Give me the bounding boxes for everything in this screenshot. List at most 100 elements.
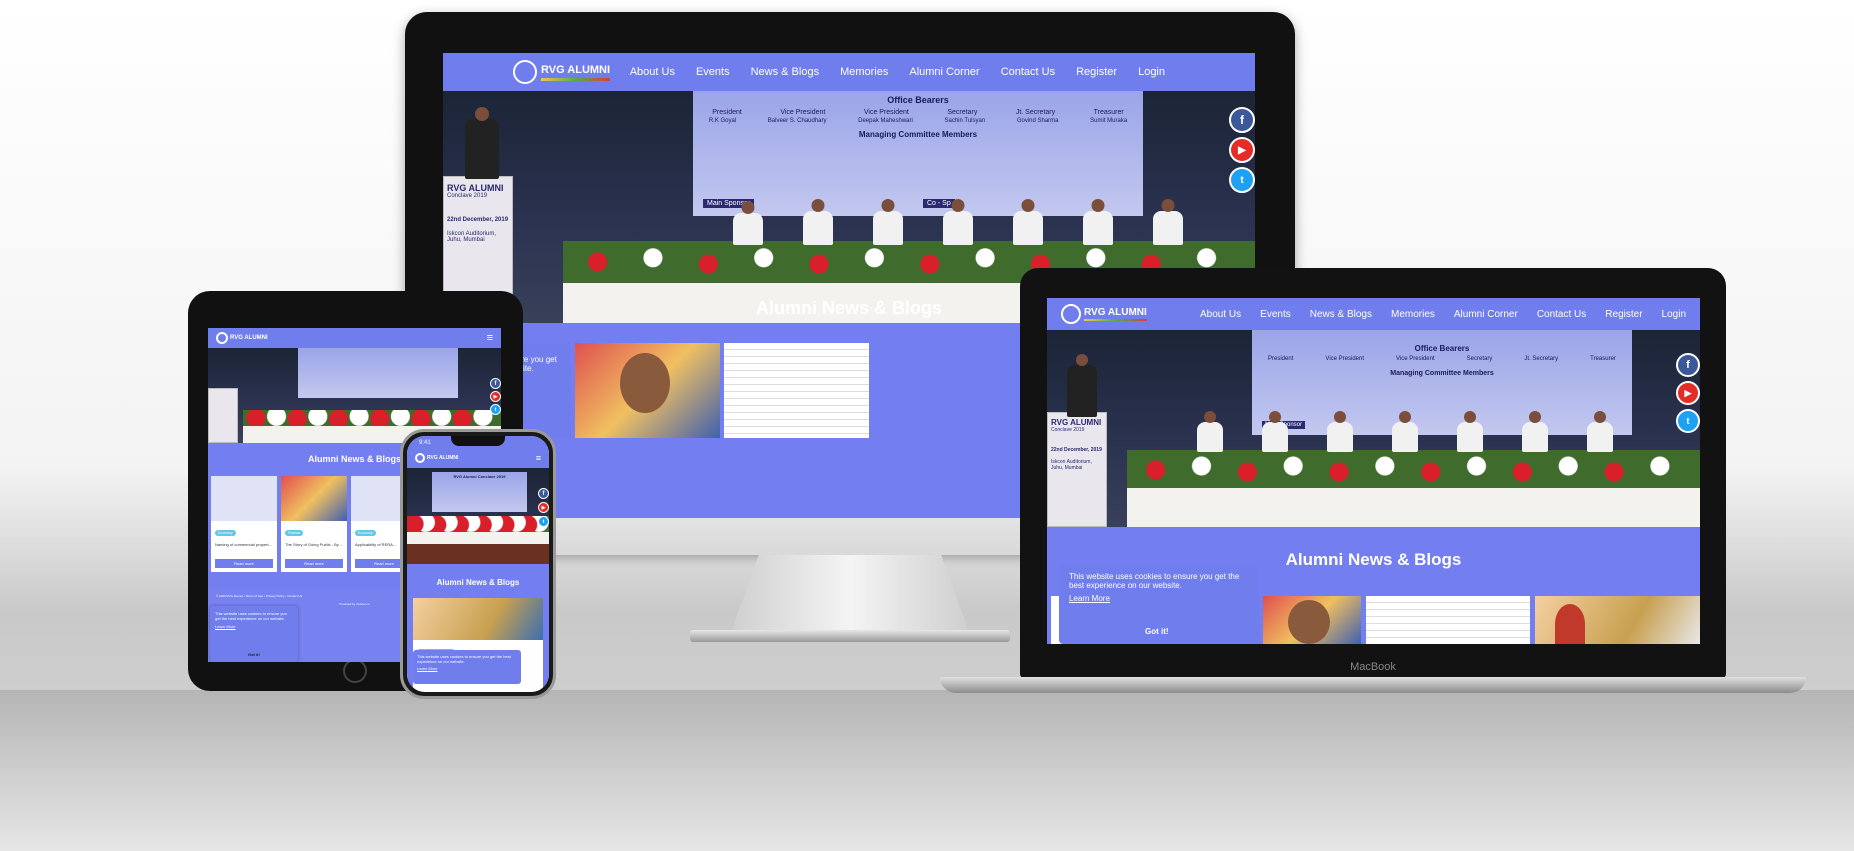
nav-bar: RVG ALUMNI About Us Events News & Blogs Memo… xyxy=(1047,298,1700,330)
twitter-icon[interactable]: t xyxy=(490,404,501,415)
nav-item[interactable]: Memories xyxy=(1391,309,1435,320)
twitter-icon[interactable]: t xyxy=(538,516,549,527)
facebook-icon[interactable]: f xyxy=(490,378,501,389)
stage-banner: Office Bearers President Vice President Vic… xyxy=(1252,330,1632,435)
banner-role: Jt. Secretary xyxy=(1524,356,1559,362)
blog-card-read-more[interactable]: Read more xyxy=(215,559,273,568)
phone-screen: 9:41 RVG ALUMNI ≡ RVG Alumni Conclave 2019 f… xyxy=(407,436,549,692)
stage-table xyxy=(407,532,549,544)
podium: RVG ALUMNI Conclave 2019 22nd December, 20… xyxy=(1047,412,1107,527)
banner-name: Balveer S. Chaudhary xyxy=(767,118,827,124)
banner-role: Treasurer xyxy=(1093,109,1124,116)
cookie-accept-button[interactable]: Got it! xyxy=(248,652,260,657)
youtube-icon[interactable]: ▶ xyxy=(490,391,501,402)
cookie-learn-more-link[interactable]: Learn More xyxy=(417,666,517,671)
site-logo[interactable]: RVG ALUMNI xyxy=(513,60,611,84)
nav-item[interactable]: About Us xyxy=(1200,309,1241,320)
tablet-home-button xyxy=(343,659,367,683)
hamburger-menu-icon[interactable]: ≡ xyxy=(487,332,493,344)
cookie-learn-more-link[interactable]: Learn More xyxy=(1069,594,1249,603)
nav-login[interactable]: Login xyxy=(1138,66,1165,78)
panelist xyxy=(873,199,903,245)
site-logo[interactable]: RVG ALUMNI xyxy=(1061,304,1147,324)
nav-item[interactable]: Login xyxy=(1662,309,1686,320)
macbook-screen: RVG ALUMNI About Us Events News & Blogs Memo… xyxy=(1047,298,1700,644)
panelist xyxy=(1587,411,1613,452)
logo-stripe xyxy=(541,77,611,81)
blog-card[interactable] xyxy=(724,343,869,438)
blog-card-image xyxy=(281,476,347,521)
nav-item[interactable]: Events xyxy=(1260,309,1291,320)
floor-background xyxy=(0,690,1854,851)
nav-alumni-corner[interactable]: Alumni Corner xyxy=(909,66,979,78)
youtube-icon[interactable]: ▶ xyxy=(1229,137,1255,163)
facebook-icon[interactable]: f xyxy=(538,488,549,499)
blog-card[interactable]: Finance The Story of Going Public - By ..… xyxy=(281,476,347,572)
banner-role: Vice President xyxy=(1396,356,1435,362)
youtube-icon[interactable]: ▶ xyxy=(1676,381,1700,405)
banner-roles: President Vice President Vice President Sec… xyxy=(1252,356,1632,362)
blog-card-title: Naming of commercial propert... xyxy=(215,542,272,547)
social-links: f ▶ t xyxy=(538,488,549,527)
facebook-icon[interactable]: f xyxy=(1676,353,1700,377)
panelist xyxy=(1197,411,1223,452)
blog-card-tag: Finance xyxy=(285,530,304,536)
blog-card[interactable] xyxy=(1263,596,1361,644)
cookie-text: This website uses cookies to ensure you … xyxy=(215,611,287,621)
facebook-icon[interactable]: f xyxy=(1229,107,1255,133)
podium-date: 22nd December, 2019 xyxy=(447,217,509,223)
nav-news-blogs[interactable]: News & Blogs xyxy=(751,66,819,78)
nav-item[interactable]: Register xyxy=(1605,309,1642,320)
macbook-base xyxy=(940,677,1806,693)
nav-item[interactable]: Contact Us xyxy=(1537,309,1586,320)
stage-banner: Office Bearers President Vice President … xyxy=(693,91,1143,216)
nav-memories[interactable]: Memories xyxy=(840,66,888,78)
logo-emblem-icon xyxy=(513,60,537,84)
logo-text: RVG ALUMNI xyxy=(541,63,611,76)
nav-register[interactable]: Register xyxy=(1076,66,1117,78)
social-links: f ▶ t xyxy=(490,378,501,415)
blog-card-image xyxy=(413,598,543,640)
cookie-accept-button[interactable]: Got it! xyxy=(1145,627,1169,636)
banner-co-sponsor: Co - Sp xyxy=(923,199,955,208)
nav-item[interactable]: Alumni Corner xyxy=(1454,309,1518,320)
site-logo[interactable]: RVG ALUMNI xyxy=(415,453,458,463)
hamburger-menu-icon[interactable]: ≡ xyxy=(536,453,541,463)
banner-role: Secretary xyxy=(947,109,978,116)
youtube-icon[interactable]: ▶ xyxy=(538,502,549,513)
logo-emblem-icon xyxy=(216,332,228,344)
social-links: f ▶ t xyxy=(1229,107,1255,193)
blog-card-title: The Story of Going Public - By ... xyxy=(285,542,343,547)
panelist xyxy=(733,201,763,245)
blog-card[interactable] xyxy=(575,343,720,438)
panelist xyxy=(943,199,973,245)
twitter-icon[interactable]: t xyxy=(1676,409,1700,433)
nav-item[interactable]: News & Blogs xyxy=(1310,309,1372,320)
blog-card[interactable] xyxy=(1366,596,1530,644)
panelist xyxy=(1262,411,1288,452)
blog-card[interactable]: Economy Naming of commercial propert... Re… xyxy=(211,476,277,572)
stage-banner xyxy=(298,348,458,398)
cookie-learn-more-link[interactable]: Learn More xyxy=(215,624,293,629)
site-logo[interactable]: RVG ALUMNI xyxy=(216,332,268,344)
blog-card-image xyxy=(211,476,277,521)
nav-events[interactable]: Events xyxy=(696,66,730,78)
banner-role: Vice President xyxy=(780,109,826,116)
banner-role: President xyxy=(712,109,742,116)
cookie-banner: This website uses cookies to ensure you … xyxy=(1059,566,1259,644)
podium-sub: Conclave 2019 xyxy=(447,193,488,199)
logo-text: RVG ALUMNI xyxy=(1084,307,1147,318)
nav-bar: RVG ALUMNI About Us Events News & Blogs … xyxy=(443,53,1255,91)
podium xyxy=(208,388,238,443)
banner-role: Vice President xyxy=(863,109,909,116)
nav-about-us[interactable]: About Us xyxy=(630,66,675,78)
podium-logo: RVG ALUMNI xyxy=(447,183,504,193)
twitter-icon[interactable]: t xyxy=(1229,167,1255,193)
blog-card-read-more[interactable]: Read more xyxy=(285,559,343,568)
blog-card[interactable] xyxy=(1535,596,1700,644)
banner-name: Sachin Tulsyan xyxy=(944,118,986,124)
banner-name: Govind Sharma xyxy=(1016,118,1059,124)
macbook-brand: MacBook xyxy=(1350,661,1396,673)
nav-contact-us[interactable]: Contact Us xyxy=(1001,66,1055,78)
banner-role: Treasurer xyxy=(1590,356,1616,362)
